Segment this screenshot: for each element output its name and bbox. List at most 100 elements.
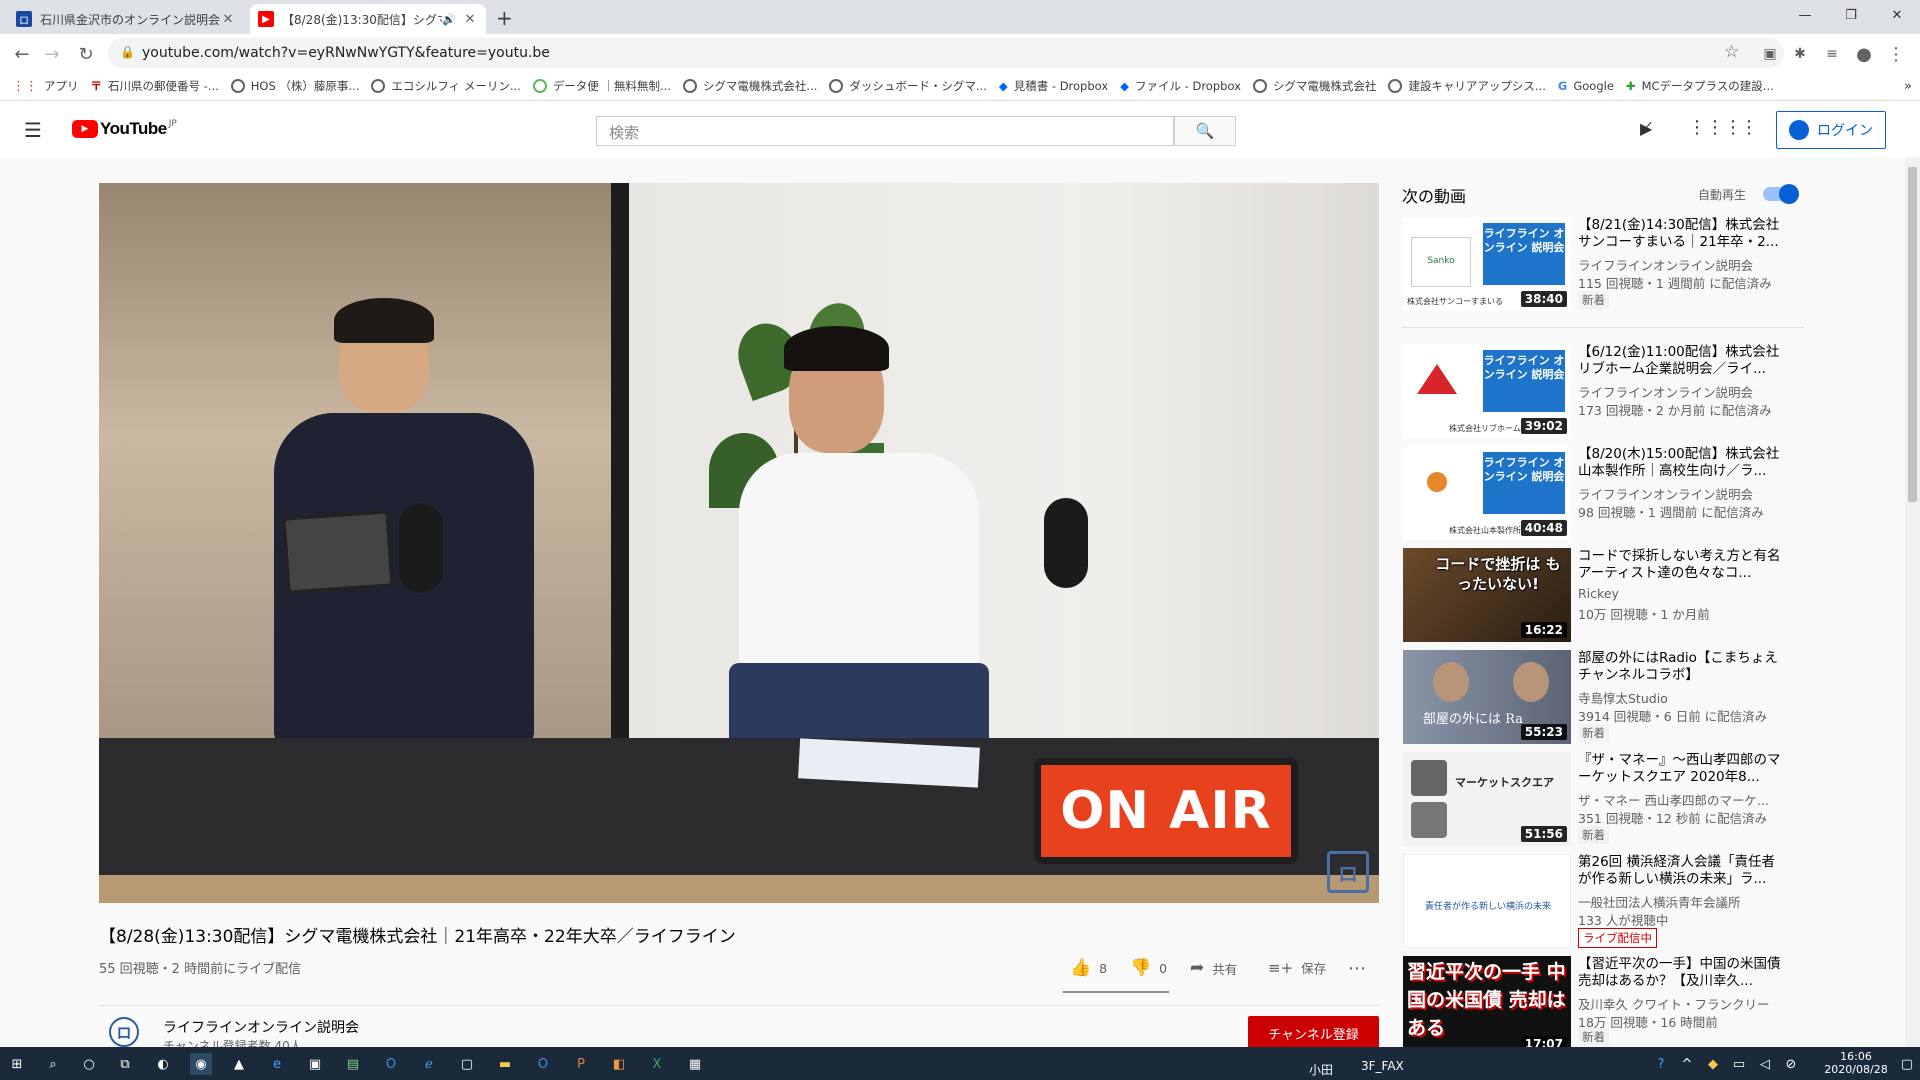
card-channel[interactable]: ザ・マネー 西山孝四郎のマーケ...	[1578, 790, 1769, 809]
tray-chevron-icon[interactable]: ^	[1676, 1053, 1698, 1075]
star-bookmark-icon[interactable]: ☆	[1724, 42, 1739, 62]
subscribe-button[interactable]: チャンネル登録	[1248, 1016, 1379, 1050]
channel-watermark-icon[interactable]: ロ	[1327, 851, 1369, 893]
autoplay-toggle[interactable]	[1763, 184, 1799, 204]
share-button[interactable]: ➦ 共有	[1190, 958, 1237, 978]
up-next-card[interactable]: コードで挫折は もったいない! 16:22 コードで採折しない考え方と有名アーテ…	[1403, 548, 1803, 642]
more-actions-icon[interactable]: ⋯	[1348, 958, 1366, 979]
help-icon[interactable]: ?	[1650, 1053, 1672, 1075]
ie-icon[interactable]: ℯ	[418, 1053, 440, 1075]
browser-tab-2-active[interactable]: ▶ 【8/28(金)13:30配信】シグマ電 🔊 ✕	[250, 4, 486, 34]
cortana-icon[interactable]: ○	[78, 1053, 100, 1075]
bookmark-item[interactable]: ◆ ファイル - Dropbox	[1120, 78, 1241, 94]
bookmark-item[interactable]: HOS （株）藤原事...	[230, 78, 359, 94]
search-button[interactable]: 🔍	[1174, 116, 1236, 146]
extension-icon[interactable]: ▣	[1758, 42, 1782, 66]
apps-grid-icon[interactable]: ⋮⋮⋮	[1688, 117, 1742, 138]
profile-icon[interactable]: ●	[1852, 42, 1876, 66]
maximize-button[interactable]: ❐	[1828, 0, 1874, 30]
up-next-card[interactable]: マーケットスクエア 51:56 『ザ・マネー』～西山孝四郎のマーケットスクエア …	[1403, 752, 1803, 846]
audio-playing-icon[interactable]: 🔊	[442, 13, 456, 26]
bookmark-item[interactable]: 〒石川県の郵便番号 -...	[91, 78, 219, 94]
bookmark-item[interactable]: シグマ電機株式会社...	[682, 78, 817, 94]
video-thumbnail[interactable]: 部屋の外には Ra 55:23	[1403, 650, 1571, 744]
bookmark-item[interactable]: ◆ 見積書 - Dropbox	[999, 78, 1108, 94]
media-control-icon[interactable]: ≡	[1820, 42, 1844, 66]
dislike-button[interactable]: 👎 0	[1130, 958, 1167, 978]
bookmarks-overflow-icon[interactable]: »	[1904, 79, 1912, 94]
card-channel[interactable]: ライフラインオンライン説明会	[1578, 484, 1753, 503]
card-channel[interactable]: Rickey	[1578, 586, 1619, 601]
up-next-card[interactable]: ライフライン オンライン 説明会 株式会社山本製作所 40:48 【8/20(木…	[1403, 446, 1803, 540]
volume-icon[interactable]: ◁	[1754, 1053, 1776, 1075]
close-tab-icon[interactable]: ✕	[462, 12, 478, 27]
search-icon[interactable]: ⌕	[42, 1053, 64, 1075]
chrome-icon[interactable]: ◉	[190, 1053, 212, 1075]
bookmark-item[interactable]: データ便 ｜無料無制...	[532, 78, 671, 94]
app-icon[interactable]: ◧	[608, 1053, 630, 1075]
app-icon[interactable]: ◐	[152, 1053, 174, 1075]
card-channel[interactable]: 寺島惇太Studio	[1578, 688, 1668, 707]
up-next-card[interactable]: ライフライン オンライン 説明会 株式会社リブホーム 39:02 【6/12(金…	[1403, 344, 1803, 438]
back-icon[interactable]: ←	[10, 42, 34, 66]
page-scrollbar[interactable]	[1905, 157, 1920, 1047]
close-window-button[interactable]: ✕	[1874, 0, 1920, 30]
bookmark-item[interactable]: G Google	[1558, 79, 1614, 93]
close-tab-icon[interactable]: ✕	[220, 12, 236, 27]
card-title[interactable]: 『ザ・マネー』～西山孝四郎のマーケットスクエア 2020年8...	[1578, 752, 1788, 786]
powerpoint-icon[interactable]: P	[570, 1053, 592, 1075]
card-title[interactable]: 【8/20(木)15:00配信】株式会社山本製作所｜高校生向け／ラ...	[1578, 446, 1788, 480]
bookmark-item[interactable]: ダッシュボード・シグマ...	[829, 78, 987, 94]
like-button[interactable]: 👍 8	[1070, 958, 1107, 978]
video-thumbnail[interactable]: 習近平次の一手 中国の米国債 売却はある 17:07	[1403, 956, 1571, 1047]
up-next-card[interactable]: 責任者が作る新しい横浜の未来 第26回 横浜経済人会議「責任者が作る新しい横浜の…	[1403, 854, 1803, 948]
app-icon[interactable]: ▲	[228, 1053, 250, 1075]
card-channel[interactable]: ライフラインオンライン説明会	[1578, 382, 1753, 401]
card-title[interactable]: 【習近平次の一手】中国の米国債売却はあるか？【及川幸久...	[1578, 956, 1788, 990]
browser-tab-1[interactable]: ロ 石川県金沢市のオンライン説明会な ✕	[8, 4, 244, 34]
clock[interactable]: 16:06 2020/08/28	[1818, 1050, 1894, 1076]
new-tab-button[interactable]: +	[496, 6, 513, 30]
up-next-card[interactable]: 習近平次の一手 中国の米国債 売却はある 17:07 【習近平次の一手】中国の米…	[1403, 956, 1803, 1047]
card-channel[interactable]: 及川幸久 クワイト・フランクリー	[1578, 994, 1769, 1013]
save-button[interactable]: ≡+ 保存	[1268, 958, 1326, 977]
app-icon[interactable]: ▤	[342, 1053, 364, 1075]
task-view-icon[interactable]: ⧉	[114, 1053, 136, 1075]
youtube-logo[interactable]: ▶ YouTube JP	[72, 119, 177, 139]
login-button[interactable]: ログイン	[1776, 111, 1886, 149]
up-next-card[interactable]: 部屋の外には Ra 55:23 部屋の外にはRadio【こまちょえチャンネルコラ…	[1403, 650, 1803, 744]
video-thumbnail[interactable]: コードで挫折は もったいない! 16:22	[1403, 548, 1571, 642]
ime-icon[interactable]: ⊘	[1780, 1053, 1802, 1075]
edge-icon[interactable]: e	[266, 1053, 288, 1075]
scrollbar-thumb[interactable]	[1908, 167, 1917, 502]
address-bar[interactable]: 🔒 youtube.com/watch?v=eyRNwNwYGTY&featur…	[108, 38, 1784, 68]
settings-more-icon[interactable]: ⋮	[1740, 117, 1758, 138]
app-icon[interactable]: ▢	[456, 1053, 478, 1075]
card-title[interactable]: コードで採折しない考え方と有名アーティスト達の色々なコ...	[1578, 548, 1788, 582]
forward-icon[interactable]: →	[40, 42, 64, 66]
search-input[interactable]: 検索	[596, 116, 1174, 146]
outlook-icon[interactable]: O	[532, 1053, 554, 1075]
card-title[interactable]: 【8/21(金)14:30配信】株式会社サンコーすまいる｜21年卒・2...	[1578, 217, 1788, 251]
excel-icon[interactable]: X	[646, 1053, 668, 1075]
card-title[interactable]: 第26回 横浜経済人会議「責任者が作る新しい横浜の未来」ラ...	[1578, 854, 1788, 888]
puzzle-extensions-icon[interactable]: ✱	[1788, 42, 1812, 66]
reload-icon[interactable]: ↻	[74, 42, 98, 66]
outlook-icon[interactable]: O	[380, 1053, 402, 1075]
store-icon[interactable]: ▣	[304, 1053, 326, 1075]
video-player[interactable]: ON AIR ロ	[99, 183, 1379, 903]
channel-name[interactable]: ライフラインオンライン説明会	[163, 1017, 359, 1037]
hamburger-menu-icon[interactable]: ☰	[24, 118, 42, 142]
minimize-button[interactable]: —	[1782, 0, 1828, 30]
bookmark-item[interactable]: ✚ MCデータプラスの建設...	[1626, 78, 1774, 94]
chrome-menu-icon[interactable]: ⋮	[1884, 42, 1908, 66]
windows-start-icon[interactable]: ⊞	[6, 1053, 28, 1075]
card-title[interactable]: 部屋の外にはRadio【こまちょえチャンネルコラボ】	[1578, 650, 1788, 684]
bookmark-apps[interactable]: ⋮⋮ アプリ	[12, 78, 79, 94]
tray-app-icon[interactable]: ◆	[1702, 1053, 1724, 1075]
card-channel[interactable]: 一般社団法人横浜青年会議所	[1578, 892, 1741, 911]
app-icon[interactable]: ▦	[684, 1053, 706, 1075]
create-video-icon[interactable]: ▶̸	[1640, 119, 1652, 138]
bookmark-item[interactable]: エコシルフィ メーリン...	[371, 78, 521, 94]
video-thumbnail[interactable]: Sanko ライフライン オンライン 説明会 株式会社サンコーすまいる 38:4…	[1403, 217, 1571, 311]
